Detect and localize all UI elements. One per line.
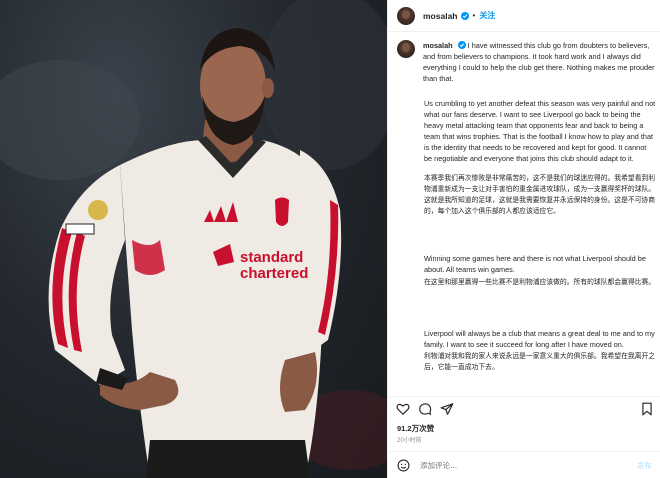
svg-text:standard: standard [240, 249, 303, 266]
caption-paragraph-3-zh: 在这里和那里赢得一些比赛不是利物浦应该做的。所有的球队都会赢得比赛。 [424, 278, 656, 286]
caption-paragraph-2: Us crumbling to yet another defeat this … [424, 99, 656, 164]
post-comment-button[interactable]: 发布 [637, 460, 652, 471]
verified-badge-icon [460, 11, 469, 20]
caption-paragraph-2-zh: 本赛季我们再次惨败是非常痛苦的，这不是我们的球迷应得的。我希望看到利物浦重新成为… [424, 174, 656, 215]
avatar[interactable] [397, 6, 415, 25]
emoji-icon[interactable] [397, 459, 410, 472]
post-photo[interactable]: standard chartered [0, 0, 387, 478]
follow-separator: • [472, 11, 476, 20]
bookmark-icon[interactable] [640, 402, 654, 416]
post-header: mosalah • 关注 [388, 0, 660, 32]
post-timestamp[interactable]: 20小时前 [397, 435, 422, 444]
username-link[interactable]: mosalah [423, 11, 458, 21]
post-side-panel: mosalah • 关注 mosalah I have witnessed th… [387, 0, 660, 478]
caption-avatar[interactable] [397, 40, 415, 58]
caption: mosalah I have witnessed this club go fr… [397, 40, 655, 395]
comment-icon[interactable] [418, 402, 432, 416]
svg-text:chartered: chartered [240, 265, 308, 282]
heart-icon[interactable] [396, 402, 410, 416]
comment-bar: 发布 [388, 451, 660, 478]
likes-count[interactable]: 91.2万次赞 [397, 423, 434, 434]
action-bar [388, 396, 660, 420]
caption-paragraph-4: Liverpool will always be a club that mea… [424, 329, 655, 350]
share-icon[interactable] [440, 402, 454, 416]
caption-paragraph-3: Winning some games here and there is not… [424, 254, 646, 275]
caption-paragraph-4-zh: 利物浦对我和我的家人来说永远是一家意义重大的俱乐部。我希望在我离开之后，它能一直… [424, 352, 656, 371]
caption-username[interactable]: mosalah [423, 41, 453, 50]
follow-button[interactable]: 关注 [479, 10, 495, 21]
comment-input[interactable] [420, 460, 620, 470]
verified-badge-icon [457, 41, 466, 49]
player-illustration: standard chartered [0, 0, 387, 478]
